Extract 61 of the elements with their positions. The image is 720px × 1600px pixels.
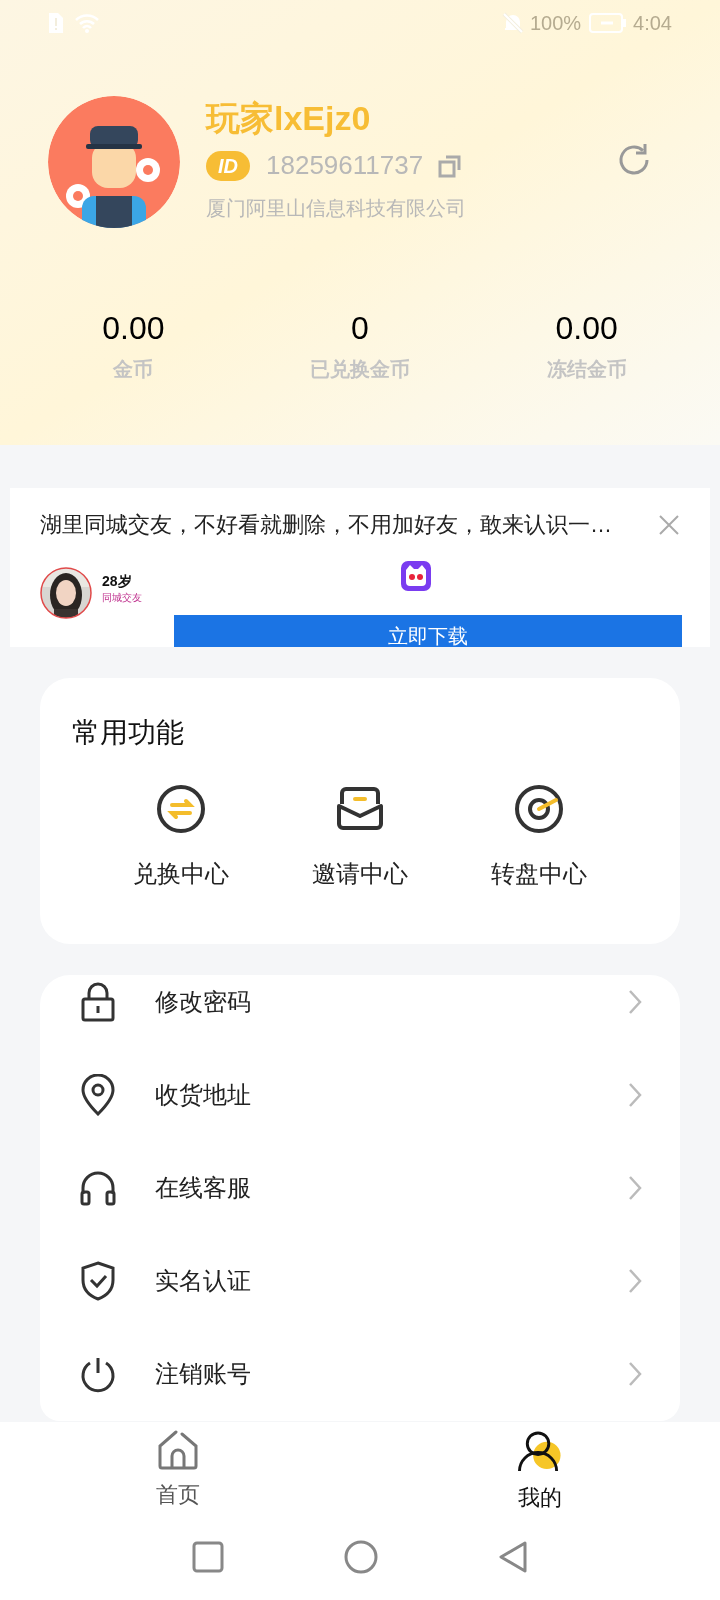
- function-label: 转盘中心: [490, 859, 587, 889]
- player-name: 玩家lxEjz0: [206, 98, 372, 139]
- menu-label: 实名认证: [155, 1266, 251, 1297]
- chevron-right-icon: [628, 988, 642, 1015]
- download-button[interactable]: 立即下载: [174, 615, 682, 647]
- stat-value: 0.00: [555, 309, 618, 348]
- sim-alert-icon: [48, 12, 64, 34]
- person-icon: [516, 1430, 564, 1473]
- tab-item[interactable]: 首页: [118, 1430, 238, 1514]
- tab-item[interactable]: 我的: [480, 1430, 600, 1514]
- battery-percent: 100%: [529, 11, 582, 36]
- power-icon: [79, 1355, 117, 1394]
- lock-icon: [80, 981, 116, 1022]
- mute-bell-icon: [501, 12, 524, 34]
- ad-title: 湖里同城交友，不好看就删除，不用加好友，敢来认识一…: [40, 511, 612, 539]
- card-title: 常用功能: [72, 716, 185, 750]
- stat-label: 已兑换金币: [310, 357, 410, 382]
- location-pin-icon: [80, 1073, 116, 1116]
- shield-check-icon: [80, 1260, 116, 1303]
- company-name: 厦门阿里山信息科技有限公司: [206, 196, 467, 221]
- menu-label: 修改密码: [155, 986, 251, 1017]
- tab-label: 我的: [518, 1484, 562, 1512]
- menu-row[interactable]: 收货地址: [40, 1048, 680, 1142]
- stat-value: 0: [351, 309, 369, 348]
- menu-row[interactable]: 修改密码: [40, 975, 680, 1049]
- menu-label: 在线客服: [155, 1173, 251, 1203]
- phone-number: 18259611737: [266, 149, 424, 182]
- menu-label: 注销账号: [155, 1359, 251, 1390]
- function-item[interactable]: 转盘中心: [449, 784, 628, 892]
- function-item[interactable]: 兑换中心: [92, 784, 271, 892]
- id-badge: ID: [206, 150, 250, 181]
- target-icon: [513, 784, 564, 834]
- close-icon[interactable]: [658, 513, 680, 536]
- function-item[interactable]: 邀请中心: [270, 784, 450, 892]
- ad-banner[interactable]: 湖里同城交友，不好看就删除，不用加好友，敢来认识一… 28岁 同城交友 立即下载: [10, 488, 710, 647]
- cat-app-icon: [401, 561, 431, 591]
- menu-row[interactable]: 在线客服: [40, 1141, 680, 1235]
- stat-value: 0.00: [102, 309, 165, 348]
- function-label: 兑换中心: [133, 859, 230, 889]
- chevron-right-icon: [628, 1361, 642, 1388]
- exchange-icon: [156, 784, 207, 834]
- wifi-icon: [74, 12, 100, 34]
- menu-row[interactable]: 注销账号: [40, 1327, 680, 1421]
- back-button[interactable]: [498, 1540, 528, 1574]
- home-icon: [157, 1430, 199, 1470]
- chevron-right-icon: [628, 1081, 642, 1108]
- stat-label: 冻结金币: [546, 357, 627, 382]
- chevron-right-icon: [628, 1175, 642, 1201]
- battery-icon: [589, 12, 628, 34]
- menu-label: 收货地址: [155, 1079, 251, 1110]
- recents-button[interactable]: [192, 1541, 224, 1573]
- home-button[interactable]: [344, 1540, 378, 1574]
- age-text: 28岁: [102, 572, 133, 591]
- function-label: 邀请中心: [312, 859, 408, 889]
- ad-tag: 同城交友: [102, 592, 142, 604]
- menu-row[interactable]: 实名认证: [40, 1234, 680, 1328]
- chevron-right-icon: [628, 1268, 642, 1295]
- stat-label: 金币: [113, 357, 154, 382]
- clock-time: 4:04: [633, 11, 672, 36]
- tab-label: 首页: [156, 1481, 200, 1509]
- headset-icon: [79, 1170, 117, 1206]
